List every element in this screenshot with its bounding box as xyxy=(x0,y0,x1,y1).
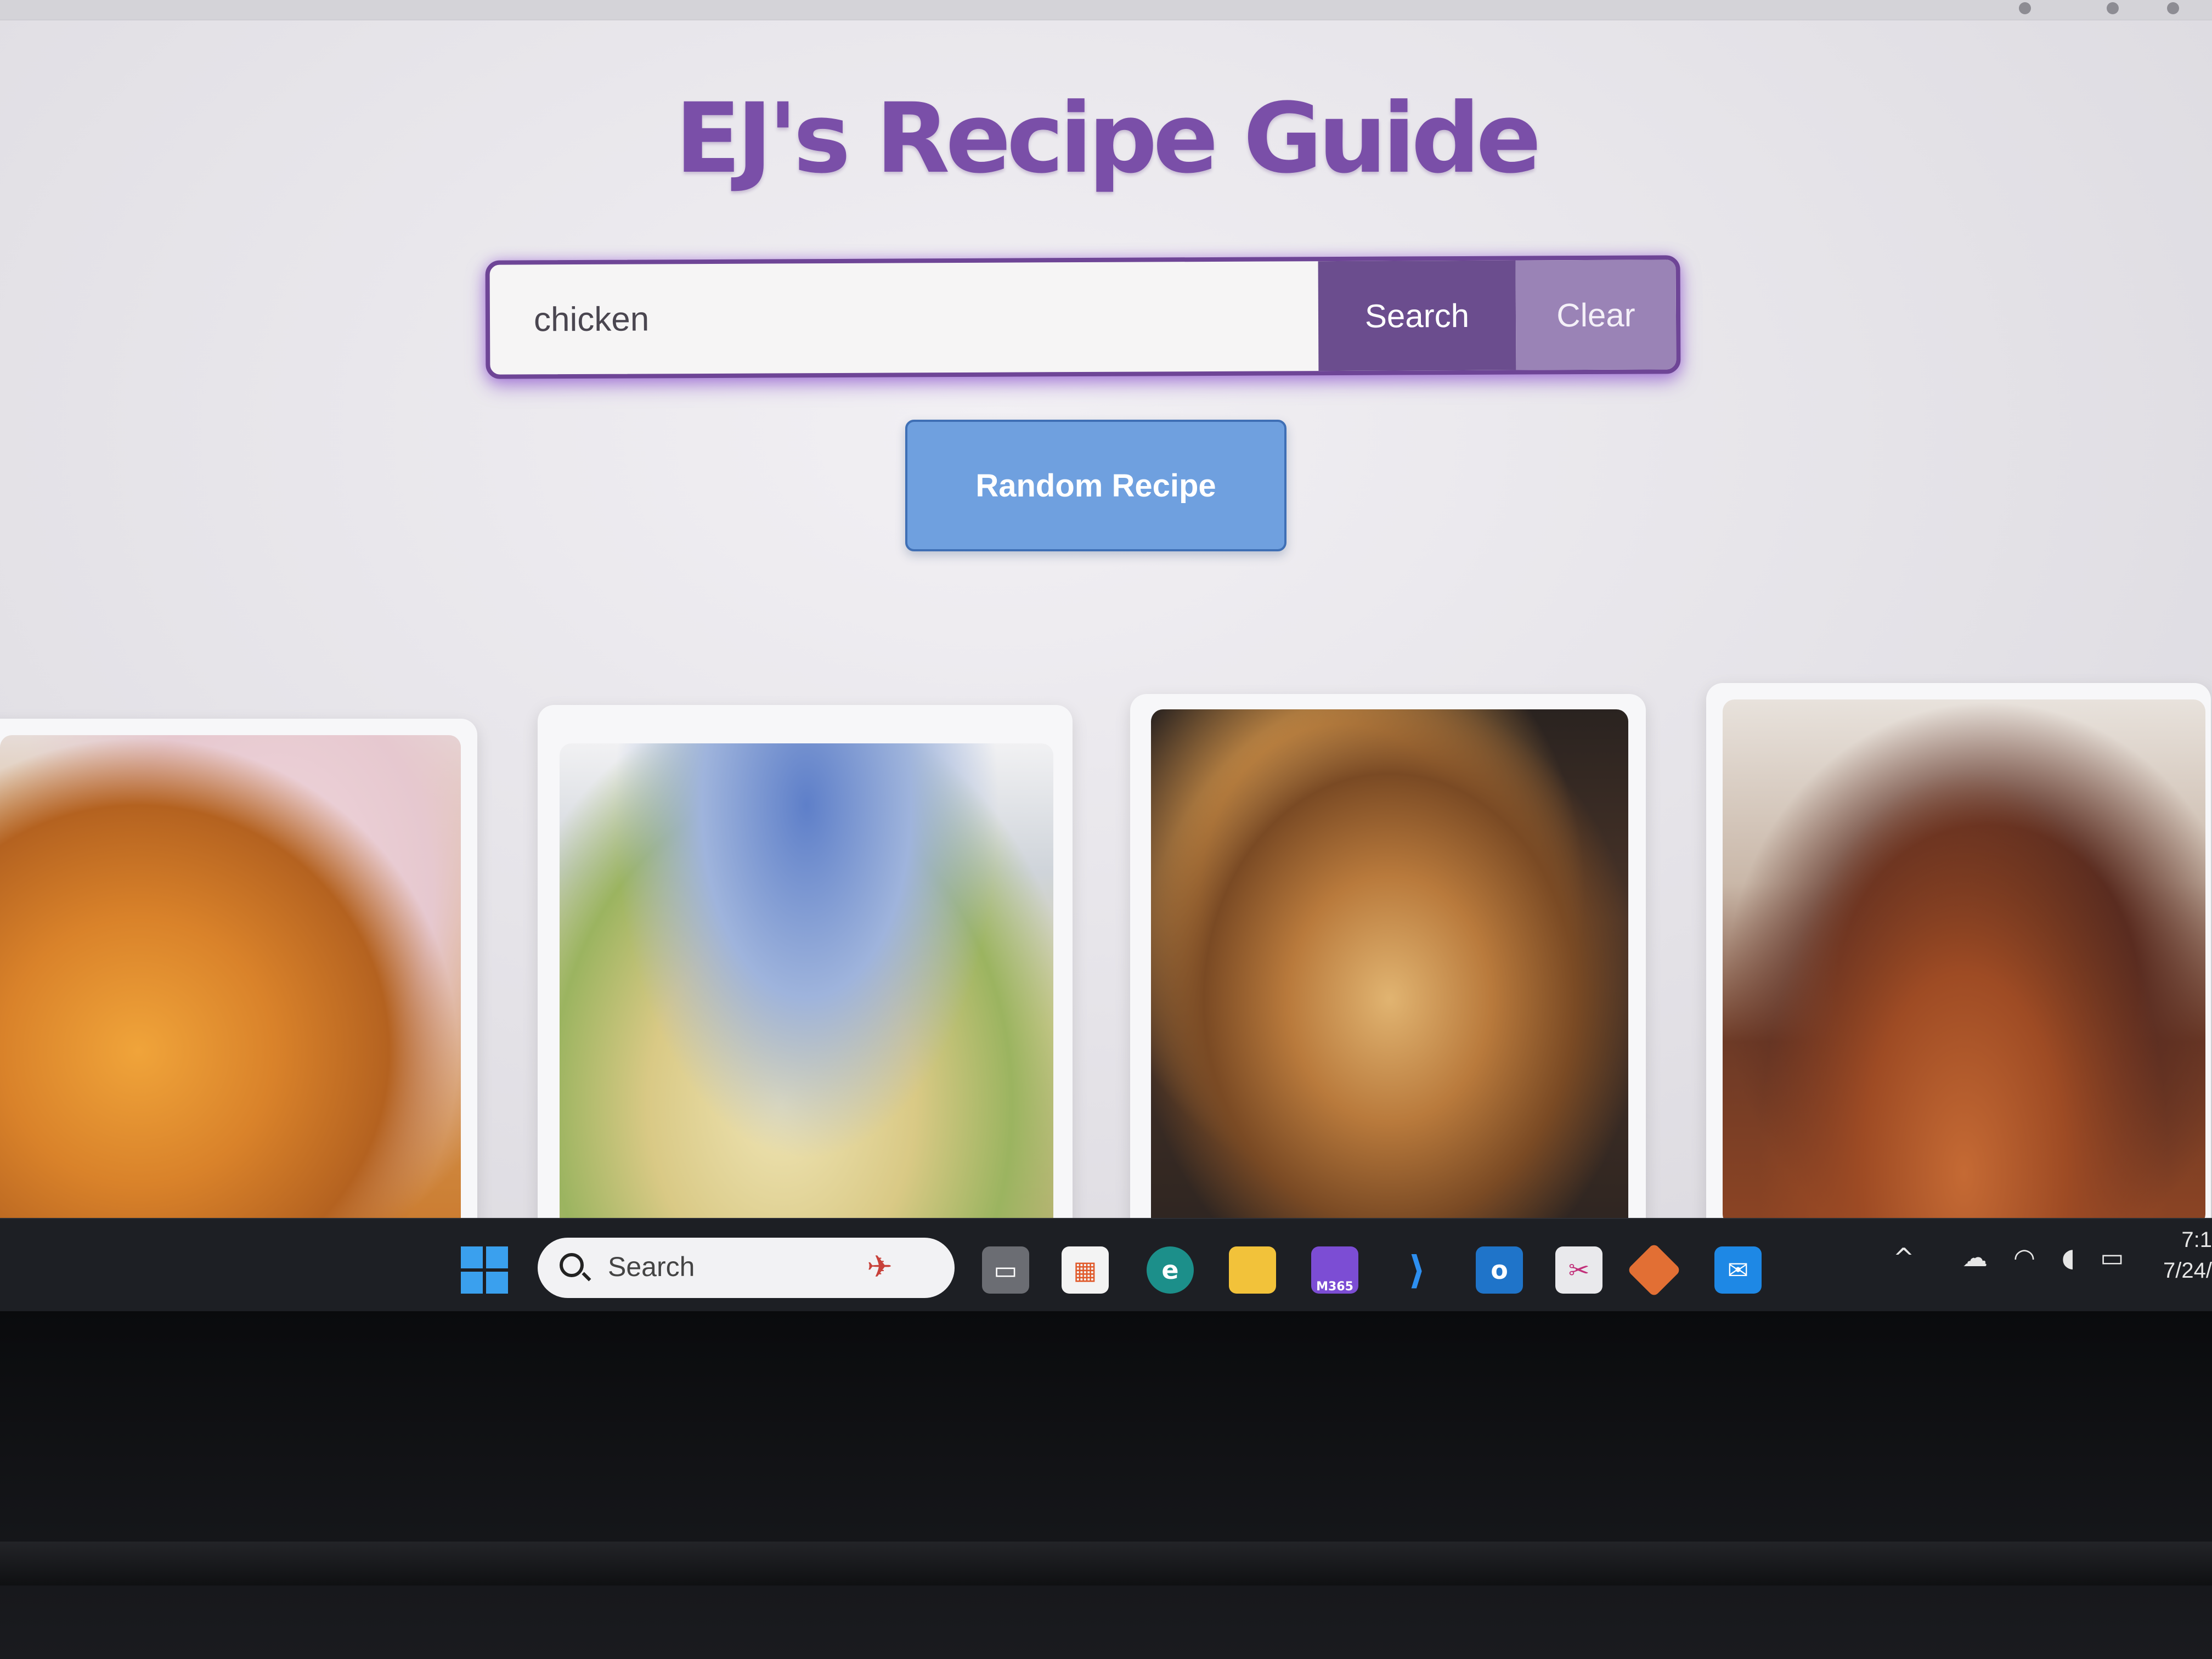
task-view-icon[interactable]: ▭ xyxy=(982,1246,1029,1294)
battery-icon[interactable]: ▭ xyxy=(2096,1241,2129,1274)
cloud-off-icon[interactable]: ☁ xyxy=(1959,1241,1991,1274)
recipe-photo[interactable] xyxy=(560,743,1053,1240)
edge-browser-icon[interactable]: e xyxy=(1147,1246,1194,1294)
recipe-photo[interactable] xyxy=(0,735,461,1240)
recipe-card[interactable] xyxy=(1706,683,2211,1240)
browser-viewport: EJ's Recipe Guide Search Clear Random Re… xyxy=(0,0,2212,1240)
search-input[interactable] xyxy=(489,261,1319,375)
profile-avatar[interactable] xyxy=(2167,2,2179,14)
snipping-tool-icon[interactable]: ✂ xyxy=(1555,1246,1602,1294)
windows-taskbar: Search ✈︎ ▭ ▦ e M365 ⟩ o ✂ ✉ ^ ☁ ◠ ◖ ▭ xyxy=(0,1218,2212,1312)
recipe-photo[interactable] xyxy=(1723,699,2205,1226)
wifi-icon[interactable]: ◠ xyxy=(2008,1241,2041,1274)
microsoft-365-icon[interactable]: M365 xyxy=(1311,1246,1358,1294)
page-title: EJ's Recipe Guide xyxy=(675,82,1541,195)
clock-date: 7/24/ xyxy=(2163,1259,2212,1283)
windows-start-icon[interactable] xyxy=(461,1246,508,1294)
laptop-bezel xyxy=(0,1311,2212,1659)
browser-toolbar-edge xyxy=(0,0,2212,20)
vscode-icon[interactable]: ⟩ xyxy=(1393,1246,1441,1294)
volume-icon[interactable]: ◖ xyxy=(2052,1241,2085,1274)
file-explorer-icon[interactable] xyxy=(1229,1246,1276,1294)
recipe-card[interactable] xyxy=(1130,694,1646,1240)
random-recipe-button[interactable]: Random Recipe xyxy=(905,420,1286,551)
outlook-icon[interactable]: o xyxy=(1476,1246,1523,1294)
mail-icon[interactable]: ✉ xyxy=(1714,1246,1762,1294)
taskbar-clock[interactable]: 7:1 7/24/ xyxy=(2151,1224,2212,1286)
recipe-card[interactable] xyxy=(0,719,477,1240)
extension-icon[interactable] xyxy=(2107,2,2119,14)
laptop-hinge xyxy=(0,1542,2212,1585)
search-highlight-icon[interactable]: ✈︎ xyxy=(867,1249,938,1287)
chevron-up-icon[interactable]: ^ xyxy=(1887,1241,1920,1274)
clear-button[interactable]: Clear xyxy=(1515,259,1677,370)
taskbar-search-box[interactable]: Search ✈︎ xyxy=(538,1238,955,1298)
search-button[interactable]: Search xyxy=(1318,260,1516,371)
clock-time: 7:1 xyxy=(2181,1228,2212,1252)
taskbar-search-label: Search xyxy=(608,1251,695,1282)
search-bar: Search Clear xyxy=(485,255,1681,379)
recipe-card[interactable] xyxy=(538,705,1073,1240)
bookmark-star-icon[interactable] xyxy=(2019,2,2031,14)
search-icon xyxy=(560,1253,584,1277)
microsoft-store-icon[interactable]: ▦ xyxy=(1062,1246,1109,1294)
recipe-photo[interactable] xyxy=(1151,709,1628,1236)
git-icon[interactable] xyxy=(1627,1243,1681,1297)
